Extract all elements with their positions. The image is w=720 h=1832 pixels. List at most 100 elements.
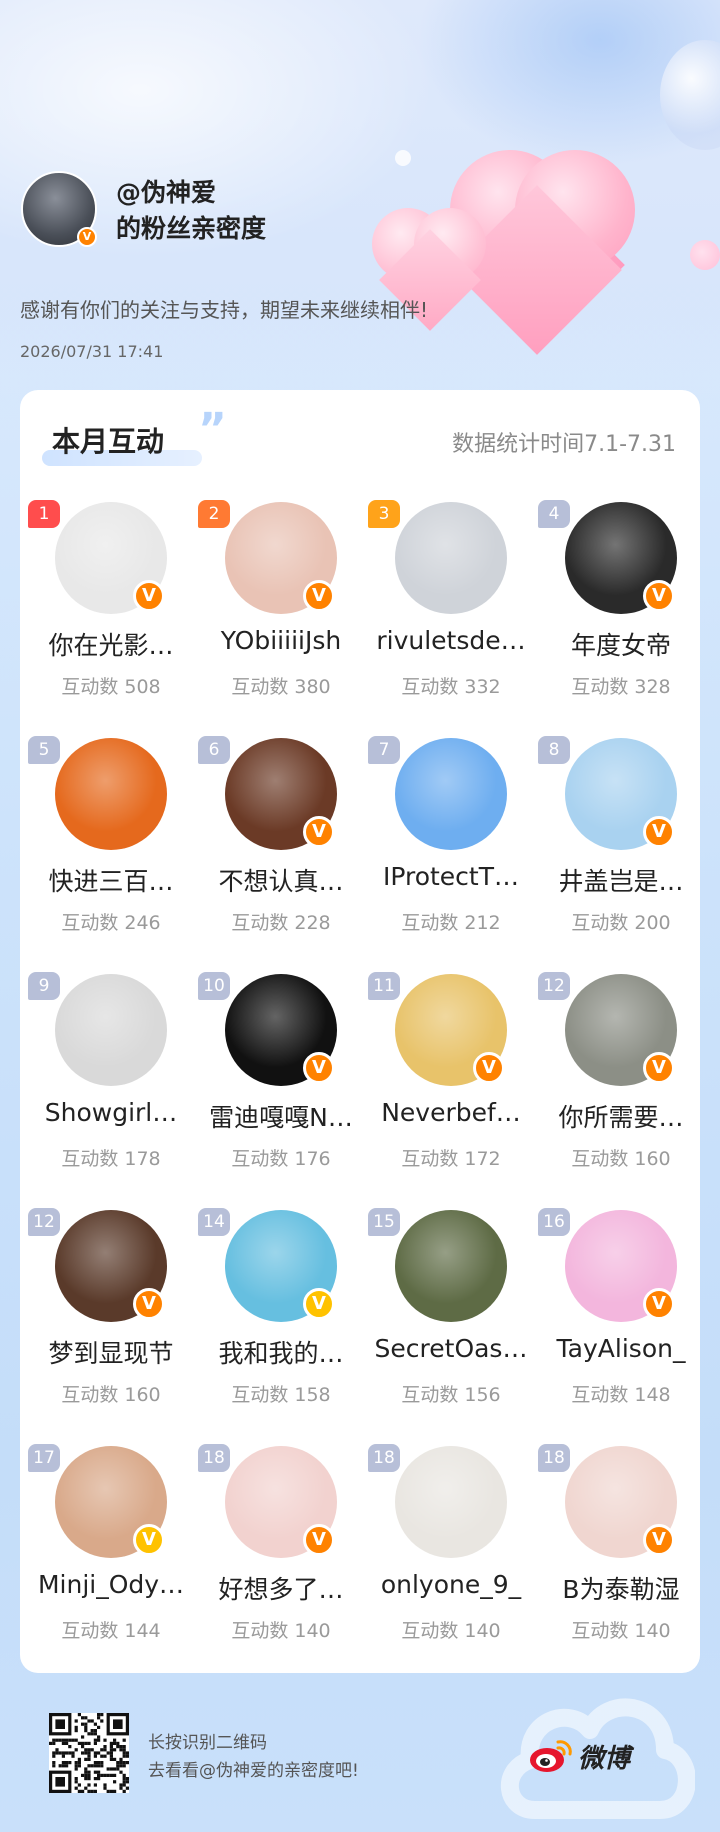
footer-invite: 去看看@伪神爱的亲密度吧! xyxy=(148,1761,359,1781)
rank-badge: 8 xyxy=(538,736,570,764)
fan-name[interactable]: SecretOas… xyxy=(366,1334,536,1363)
fan-item[interactable]: 15 SecretOas… 互动数 156 xyxy=(366,1208,536,1446)
rank-badge: 7 xyxy=(368,736,400,764)
interaction-count: 互动数 156 xyxy=(401,1384,501,1406)
fan-item[interactable]: 14 V 我和我的… 互动数 158 xyxy=(196,1208,366,1446)
verified-badge-icon: V xyxy=(303,1288,335,1320)
interaction-count: 互动数 140 xyxy=(571,1620,671,1642)
fan-item[interactable]: 18 V 好想多了… 互动数 140 xyxy=(196,1444,366,1682)
generated-datetime: 2026/07/31 17:41 xyxy=(20,342,164,361)
fan-item[interactable]: 10 V 雷迪嘎嘎N… 互动数 176 xyxy=(196,972,366,1210)
fan-item[interactable]: 17 V Minji_Ody… 互动数 144 xyxy=(26,1444,196,1682)
interaction-count: 互动数 508 xyxy=(61,676,161,698)
monthly-interaction-card: 本月互动 ” 数据统计时间7.1-7.31 1 V 你在光影… 互动数 508 2 V YO… xyxy=(20,390,700,1673)
rank-badge: 4 xyxy=(538,500,570,528)
fan-item[interactable]: 11 V Neverbef… 互动数 172 xyxy=(366,972,536,1210)
rank-badge: 10 xyxy=(198,972,230,1000)
interaction-count: 互动数 144 xyxy=(61,1620,161,1642)
fan-item[interactable]: 12 V 梦到显现节互动数 160 xyxy=(26,1208,196,1446)
rank-badge: 18 xyxy=(198,1444,230,1472)
interaction-count: 互动数 148 xyxy=(571,1384,671,1406)
rank-badge: 11 xyxy=(368,972,400,1000)
interaction-count: 互动数 380 xyxy=(231,676,331,698)
fan-item[interactable]: 9 Showgirl… 互动数 178 xyxy=(26,972,196,1210)
rank-badge: 5 xyxy=(28,736,60,764)
verified-badge-icon: V xyxy=(303,1052,335,1084)
fan-avatar[interactable] xyxy=(395,738,507,850)
fan-name[interactable]: 梦到显现节 xyxy=(26,1334,196,1370)
fan-name[interactable]: 好想多了… xyxy=(196,1570,366,1606)
fan-avatar[interactable] xyxy=(395,1210,507,1322)
interaction-count: 互动数 200 xyxy=(571,912,671,934)
interaction-count: 互动数 246 xyxy=(61,912,161,934)
title-username: @伪神爱 xyxy=(116,178,217,207)
fan-item[interactable]: 18 onlyone_9_ 互动数 140 xyxy=(366,1444,536,1682)
fan-name[interactable]: B为泰勒湿 xyxy=(536,1570,706,1606)
fan-item[interactable]: 7 IProtectT… 互动数 212 xyxy=(366,736,536,974)
fan-item[interactable]: 8 V 井盖岂是… 互动数 200 xyxy=(536,736,706,974)
rank-badge: 15 xyxy=(368,1208,400,1236)
fan-name[interactable]: Minji_Ody… xyxy=(26,1570,196,1599)
fan-name[interactable]: rivuletsde… xyxy=(366,626,536,655)
fan-name[interactable]: 我和我的… xyxy=(196,1334,366,1370)
interaction-count: 互动数 212 xyxy=(401,912,501,934)
rank-badge: 16 xyxy=(538,1208,570,1236)
fan-item[interactable]: 16 V TayAlison_ 互动数 148 xyxy=(536,1208,706,1446)
fan-name[interactable]: onlyone_9_ xyxy=(366,1570,536,1599)
verified-badge-icon: V xyxy=(303,580,335,612)
verified-badge-icon: V xyxy=(643,580,675,612)
thanks-message: 感谢有你们的关注与支持，期望未来继续相伴! xyxy=(20,298,429,322)
verified-badge-icon: V xyxy=(643,816,675,848)
fan-name[interactable]: 不想认真… xyxy=(196,862,366,898)
interaction-count: 互动数 228 xyxy=(231,912,331,934)
fan-name[interactable]: 你在光影… xyxy=(26,626,196,662)
rank-badge: 12 xyxy=(28,1208,60,1236)
profile-avatar[interactable]: V xyxy=(21,171,97,247)
title-subtitle: 的粉丝亲密度 xyxy=(116,214,267,243)
verified-badge-icon: V xyxy=(643,1524,675,1556)
quote-mark-icon: ” xyxy=(198,404,227,455)
fan-item[interactable]: 1 V 你在光影… 互动数 508 xyxy=(26,500,196,738)
fan-avatar[interactable] xyxy=(55,738,167,850)
fan-avatar[interactable] xyxy=(395,1446,507,1558)
fan-name[interactable]: TayAlison_ xyxy=(536,1334,706,1363)
interaction-count: 互动数 160 xyxy=(571,1148,671,1170)
rank-badge: 17 xyxy=(28,1444,60,1472)
fan-name[interactable]: Neverbef… xyxy=(366,1098,536,1127)
interaction-count: 互动数 140 xyxy=(231,1620,331,1642)
verified-badge-icon: V xyxy=(473,1052,505,1084)
fan-item[interactable]: 3 rivuletsde… 互动数 332 xyxy=(366,500,536,738)
rank-badge: 14 xyxy=(198,1208,230,1236)
fan-avatar[interactable] xyxy=(55,974,167,1086)
fan-item[interactable]: 4 V 年度女帝互动数 328 xyxy=(536,500,706,738)
fan-item[interactable]: 5 快进三百… 互动数 246 xyxy=(26,736,196,974)
verified-badge-icon: V xyxy=(303,1524,335,1556)
fan-name[interactable]: 雷迪嘎嘎N… xyxy=(196,1098,366,1134)
bubble-decoration xyxy=(395,150,411,166)
verified-badge-icon: V xyxy=(643,1288,675,1320)
fan-name[interactable]: 你所需要… xyxy=(536,1098,706,1134)
fan-item[interactable]: 6 V 不想认真… 互动数 228 xyxy=(196,736,366,974)
verified-badge-icon: V xyxy=(133,1288,165,1320)
qr-code[interactable] xyxy=(49,1713,129,1793)
fan-item[interactable]: 2 V YObiiiiiJsh 互动数 380 xyxy=(196,500,366,738)
fan-avatar[interactable] xyxy=(395,502,507,614)
interaction-count: 互动数 178 xyxy=(61,1148,161,1170)
rank-badge: 18 xyxy=(538,1444,570,1472)
interaction-count: 互动数 160 xyxy=(61,1384,161,1406)
bubble-decoration xyxy=(690,240,720,270)
fan-name[interactable]: 快进三百… xyxy=(26,862,196,898)
fan-item[interactable]: 12 V 你所需要… 互动数 160 xyxy=(536,972,706,1210)
verified-badge-icon: V xyxy=(77,227,97,247)
verified-badge-icon: V xyxy=(643,1052,675,1084)
section-title: 本月互动 xyxy=(52,425,165,458)
interaction-count: 互动数 328 xyxy=(571,676,671,698)
fan-name[interactable]: Showgirl… xyxy=(26,1098,196,1127)
interaction-count: 互动数 158 xyxy=(231,1384,331,1406)
fan-item[interactable]: 18 V B为泰勒湿互动数 140 xyxy=(536,1444,706,1682)
fan-name[interactable]: YObiiiiiJsh xyxy=(196,626,366,655)
weibo-brand-text: 微博 xyxy=(578,1744,631,1774)
fan-name[interactable]: 井盖岂是… xyxy=(536,862,706,898)
fan-name[interactable]: 年度女帝 xyxy=(536,626,706,662)
fan-name[interactable]: IProtectT… xyxy=(366,862,536,891)
